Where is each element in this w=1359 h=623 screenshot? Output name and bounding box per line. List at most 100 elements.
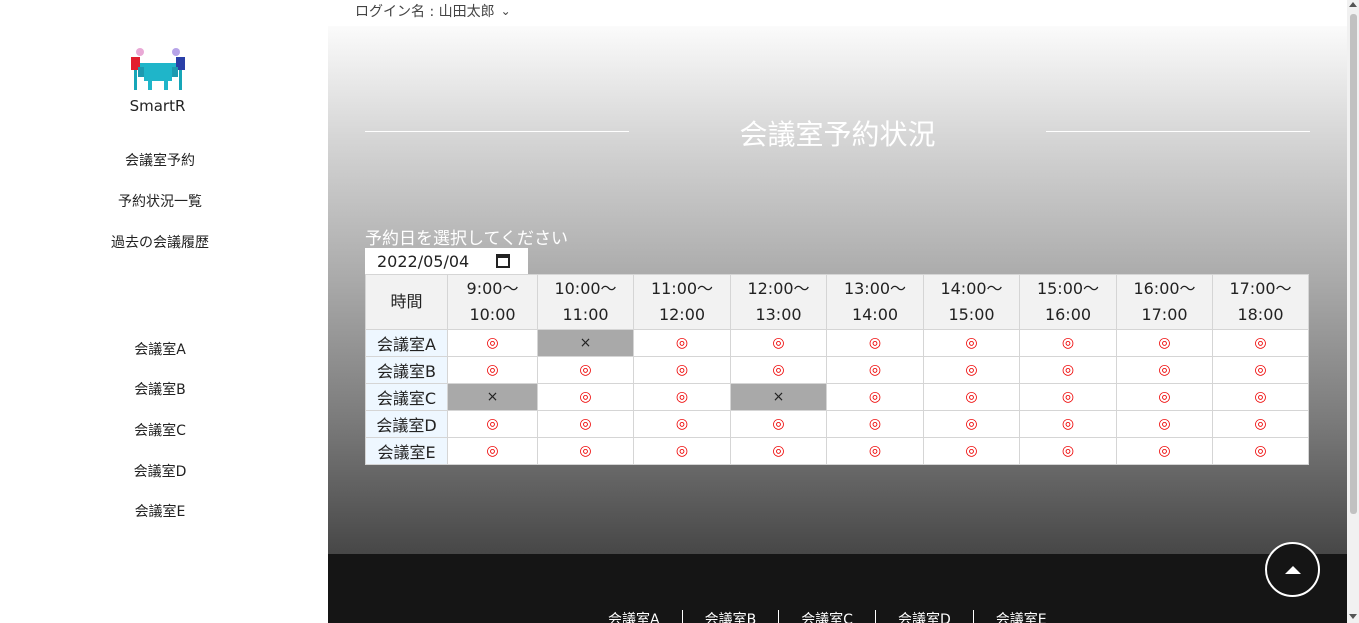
nav-reservation-status[interactable]: 予約状況一覧: [0, 191, 320, 211]
user-name: ログイン名 : 山田太郎: [355, 4, 495, 20]
arrow-up-icon: [1284, 565, 1301, 574]
table-row: 会議室B ◎ ◎ ◎ ◎ ◎ ◎ ◎ ◎ ◎: [365, 356, 1309, 384]
room-label: 会議室E: [365, 437, 448, 465]
slot-available[interactable]: ◎: [923, 356, 1020, 384]
slot-end: 10:00: [469, 305, 516, 324]
scrollbar[interactable]: [1347, 0, 1359, 623]
slot-available[interactable]: ◎: [1019, 410, 1117, 438]
nav-room-d[interactable]: 会議室D: [0, 461, 320, 481]
slot-header: 9:00～ 10:00: [447, 274, 538, 330]
slot-available[interactable]: ◎: [923, 437, 1020, 465]
slot-available[interactable]: ◎: [826, 383, 924, 411]
slot-available[interactable]: ◎: [447, 356, 538, 384]
slot-available[interactable]: ◎: [537, 356, 634, 384]
page-title: 会議室予約状況: [739, 118, 936, 151]
slot-available[interactable]: ◎: [826, 410, 924, 438]
table-row: 会議室E ◎ ◎ ◎ ◎ ◎ ◎ ◎ ◎ ◎: [365, 437, 1309, 465]
slot-available[interactable]: ◎: [1212, 383, 1309, 411]
slot-available[interactable]: ◎: [633, 383, 731, 411]
calendar-icon[interactable]: [496, 254, 510, 268]
back-to-top-button[interactable]: [1265, 542, 1320, 597]
slot-available[interactable]: ◎: [923, 329, 1020, 357]
slot-header: 11:00～ 12:00: [633, 274, 731, 330]
nav-room-e[interactable]: 会議室E: [0, 501, 320, 521]
slot-available[interactable]: ◎: [1116, 410, 1213, 438]
room-label: 会議室A: [365, 329, 448, 357]
slot-header: 10:00～ 11:00: [537, 274, 634, 330]
footer-link-room-c[interactable]: 会議室C: [778, 610, 875, 623]
slot-available[interactable]: ◎: [1212, 437, 1309, 465]
slot-available[interactable]: ◎: [730, 356, 827, 384]
nav-room-b[interactable]: 会議室B: [0, 379, 320, 399]
scrollbar-thumb[interactable]: [1350, 14, 1357, 514]
slot-available[interactable]: ◎: [537, 410, 634, 438]
slot-start: 13:00～: [843, 279, 907, 298]
nav-room-a[interactable]: 会議室A: [0, 339, 320, 359]
table-row: 会議室C × ◎ ◎ × ◎ ◎ ◎ ◎ ◎: [365, 383, 1309, 411]
slot-available[interactable]: ◎: [1019, 329, 1117, 357]
nav-meeting-history[interactable]: 過去の会議履歴: [0, 232, 320, 252]
slot-available[interactable]: ◎: [923, 410, 1020, 438]
slot-available[interactable]: ◎: [1212, 329, 1309, 357]
slot-start: 10:00～: [554, 279, 617, 298]
slot-available[interactable]: ◎: [447, 329, 538, 357]
room-label: 会議室C: [365, 383, 448, 411]
slot-available[interactable]: ◎: [633, 410, 731, 438]
slot-available[interactable]: ◎: [1212, 356, 1309, 384]
table-row: 会議室D ◎ ◎ ◎ ◎ ◎ ◎ ◎ ◎ ◎: [365, 410, 1309, 438]
slot-available[interactable]: ◎: [1019, 437, 1117, 465]
slot-available[interactable]: ◎: [1116, 383, 1213, 411]
slot-available[interactable]: ◎: [923, 383, 1020, 411]
slot-available[interactable]: ◎: [730, 410, 827, 438]
date-input[interactable]: 2022/05/04: [365, 248, 528, 275]
slot-available[interactable]: ◎: [1019, 356, 1117, 384]
meeting-logo-icon: [131, 48, 185, 90]
footer-link-room-b[interactable]: 会議室B: [681, 610, 779, 623]
slot-available[interactable]: ◎: [447, 437, 538, 465]
nav-room-reservation[interactable]: 会議室予約: [0, 150, 320, 170]
slot-available[interactable]: ◎: [730, 437, 827, 465]
slot-start: 17:00～: [1229, 279, 1292, 298]
scroll-up-icon[interactable]: [1349, 2, 1357, 7]
slot-start: 15:00～: [1036, 279, 1100, 298]
slot-start: 9:00～: [466, 279, 519, 298]
slot-available[interactable]: ◎: [1116, 329, 1213, 357]
slot-end: 11:00: [562, 305, 609, 324]
slot-available[interactable]: ◎: [1116, 437, 1213, 465]
slot-available[interactable]: ◎: [1019, 383, 1117, 411]
date-value: 2022/05/04: [377, 252, 470, 271]
user-menu[interactable]: ログイン名 : 山田太郎 ⌄: [355, 1, 511, 21]
time-header: 時間: [365, 274, 448, 330]
nav-room-c[interactable]: 会議室C: [0, 420, 320, 440]
slot-available[interactable]: ◎: [633, 356, 731, 384]
slot-unavailable: ×: [447, 383, 538, 411]
slot-available[interactable]: ◎: [633, 329, 731, 357]
slot-header: 16:00～ 17:00: [1116, 274, 1213, 330]
slot-header: 12:00～ 13:00: [730, 274, 827, 330]
slot-end: 17:00: [1141, 305, 1188, 324]
scroll-down-icon[interactable]: [1349, 614, 1357, 619]
slot-available[interactable]: ◎: [730, 329, 827, 357]
title-divider-left: [365, 131, 629, 132]
slot-available[interactable]: ◎: [1212, 410, 1309, 438]
chevron-down-icon: ⌄: [500, 4, 511, 18]
slot-header: 15:00～ 16:00: [1019, 274, 1117, 330]
slot-available[interactable]: ◎: [826, 329, 924, 357]
slot-available[interactable]: ◎: [826, 437, 924, 465]
slot-available[interactable]: ◎: [633, 437, 731, 465]
reservation-table: 時間 9:00～ 10:00 10:00～ 11:00 11:00～ 12:00 12:00～…: [365, 274, 1309, 465]
footer-link-room-d[interactable]: 会議室D: [874, 610, 973, 623]
slot-available[interactable]: ◎: [447, 410, 538, 438]
slot-start: 14:00～: [940, 279, 1003, 298]
slot-available[interactable]: ◎: [826, 356, 924, 384]
slot-available[interactable]: ◎: [537, 437, 634, 465]
footer-link-room-a[interactable]: 会議室A: [586, 610, 682, 623]
brand-name: SmartR: [129, 97, 186, 115]
title-divider-right: [1046, 131, 1310, 132]
slot-end: 14:00: [851, 305, 899, 324]
slot-available[interactable]: ◎: [537, 383, 634, 411]
room-label: 会議室B: [365, 356, 448, 384]
slot-end: 13:00: [755, 305, 802, 324]
slot-available[interactable]: ◎: [1116, 356, 1213, 384]
footer-link-room-e[interactable]: 会議室E: [972, 610, 1069, 623]
